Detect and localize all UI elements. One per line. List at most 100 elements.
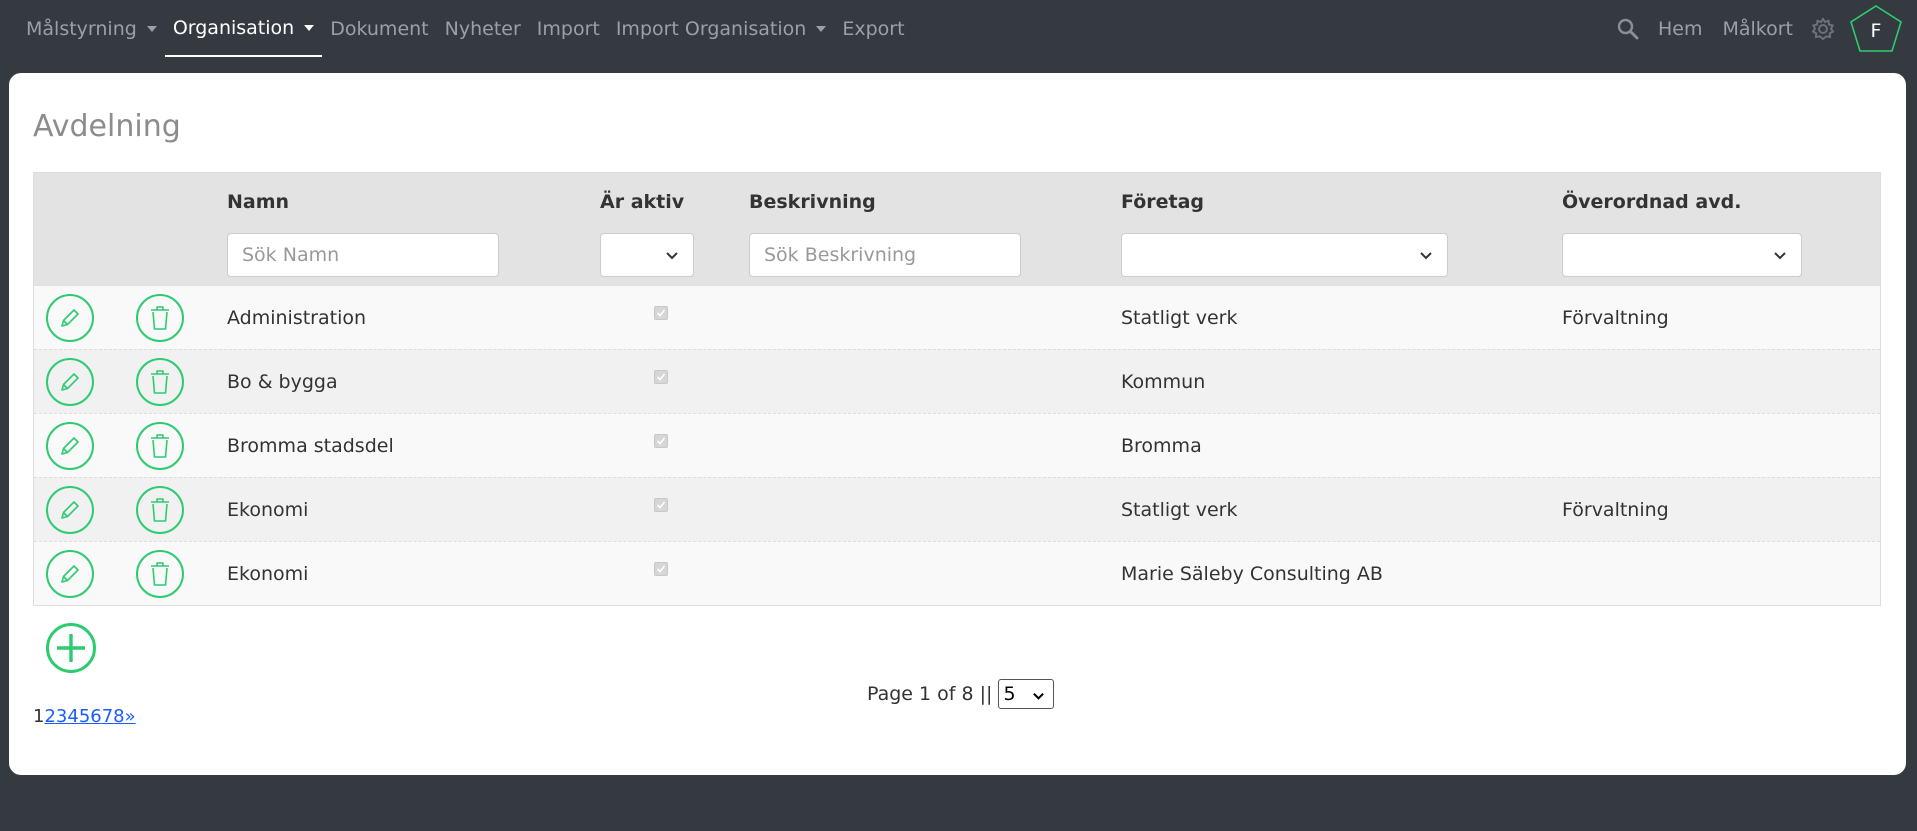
page-count-text: Page 1 of 8 || bbox=[867, 683, 993, 705]
chevron-down-icon bbox=[1033, 692, 1045, 700]
row-name: Ekonomi bbox=[227, 562, 309, 585]
table-row: Ekonomi Marie Säleby Consulting AB bbox=[34, 541, 1880, 605]
nav-label: Export bbox=[842, 18, 905, 40]
trash-icon bbox=[151, 370, 169, 394]
top-navbar: Målstyrning Organisation Dokument Nyhete… bbox=[0, 0, 1917, 58]
delete-button[interactable] bbox=[136, 422, 184, 470]
trash-icon bbox=[151, 306, 169, 330]
add-button[interactable] bbox=[46, 623, 96, 673]
pencil-icon bbox=[61, 501, 79, 519]
active-checkbox bbox=[654, 306, 668, 320]
pencil-icon bbox=[61, 373, 79, 391]
nav-organisation[interactable]: Organisation bbox=[164, 1, 323, 57]
page-link-8[interactable]: 8 bbox=[113, 706, 124, 727]
page-link-6[interactable]: 6 bbox=[90, 706, 101, 727]
row-name: Administration bbox=[227, 306, 367, 329]
avatar-initial: F bbox=[1870, 20, 1882, 42]
pencil-icon bbox=[61, 565, 79, 583]
row-company: Marie Säleby Consulting AB bbox=[1121, 562, 1383, 585]
row-name: Ekonomi bbox=[227, 498, 309, 521]
nav-hem[interactable]: Hem bbox=[1648, 1, 1713, 57]
edit-button[interactable] bbox=[46, 294, 94, 342]
department-table: Namn Är aktiv Beskrivning Företag Överor… bbox=[33, 172, 1881, 606]
table-body: Administration Statligt verk Förvaltning… bbox=[34, 285, 1880, 605]
table-row: Ekonomi Statligt verk Förvaltning bbox=[34, 477, 1880, 541]
header-name[interactable]: Namn bbox=[227, 191, 289, 213]
nav-dokument[interactable]: Dokument bbox=[322, 1, 436, 57]
page-link-5[interactable]: 5 bbox=[79, 706, 90, 727]
nav-import[interactable]: Import bbox=[529, 1, 608, 57]
row-parent: Förvaltning bbox=[1562, 498, 1669, 521]
chevron-down-icon bbox=[1420, 252, 1432, 260]
header-company[interactable]: Företag bbox=[1121, 191, 1204, 213]
row-name: Bo & bygga bbox=[227, 370, 338, 393]
nav-malkort[interactable]: Målkort bbox=[1712, 1, 1803, 57]
table-row: Bo & bygga Kommun bbox=[34, 349, 1880, 413]
chevron-down-icon bbox=[1774, 252, 1786, 260]
delete-button[interactable] bbox=[136, 294, 184, 342]
nav-label: Import Organisation bbox=[615, 18, 807, 40]
row-company: Kommun bbox=[1121, 370, 1206, 393]
active-checkbox bbox=[654, 434, 668, 448]
pencil-icon bbox=[61, 437, 79, 455]
table-header: Namn Är aktiv Beskrivning Företag Överor… bbox=[34, 173, 1880, 285]
nav-label: Målstyrning bbox=[26, 18, 137, 40]
trash-icon bbox=[151, 562, 169, 586]
name-filter-input[interactable]: Sök Namn bbox=[227, 233, 499, 277]
edit-button[interactable] bbox=[46, 422, 94, 470]
page-link-7[interactable]: 7 bbox=[102, 706, 113, 727]
page-link-2[interactable]: 2 bbox=[44, 706, 55, 727]
nav-nyheter[interactable]: Nyheter bbox=[437, 1, 529, 57]
page-title: Avdelning bbox=[33, 109, 181, 144]
chevron-down-icon bbox=[666, 252, 678, 260]
active-filter-select[interactable] bbox=[600, 233, 694, 277]
page-link-3[interactable]: 3 bbox=[56, 706, 67, 727]
pencil-icon bbox=[61, 309, 79, 327]
content-card: Avdelning Namn Är aktiv Beskrivning Före… bbox=[9, 73, 1906, 775]
main-nav: Målstyrning Organisation Dokument Nyhete… bbox=[18, 0, 913, 58]
page-link-4[interactable]: 4 bbox=[67, 706, 78, 727]
description-filter-input[interactable]: Sök Beskrivning bbox=[749, 233, 1021, 277]
active-checkbox bbox=[654, 562, 668, 576]
trash-icon bbox=[151, 498, 169, 522]
header-active[interactable]: Är aktiv bbox=[600, 191, 684, 213]
company-filter-select[interactable] bbox=[1121, 233, 1448, 277]
nav-label: Import bbox=[536, 18, 600, 40]
search-icon[interactable] bbox=[1608, 9, 1648, 49]
table-row: Bromma stadsdel Bromma bbox=[34, 413, 1880, 477]
row-company: Bromma bbox=[1121, 434, 1202, 457]
nav-label: Dokument bbox=[330, 18, 429, 40]
delete-button[interactable] bbox=[136, 358, 184, 406]
delete-button[interactable] bbox=[136, 550, 184, 598]
nav-malstyrning[interactable]: Målstyrning bbox=[18, 1, 165, 57]
table-row: Administration Statligt verk Förvaltning bbox=[34, 285, 1880, 349]
nav-label: Nyheter bbox=[444, 18, 521, 40]
page-size-value: 5 bbox=[1003, 683, 1016, 705]
delete-button[interactable] bbox=[136, 486, 184, 534]
parent-filter-select[interactable] bbox=[1562, 233, 1802, 277]
plus-icon bbox=[57, 634, 85, 662]
trash-icon bbox=[151, 434, 169, 458]
pagination-info: Page 1 of 8 || 5 bbox=[867, 679, 1055, 709]
edit-button[interactable] bbox=[46, 550, 94, 598]
page-links: 1 2 3 4 5 6 7 8 » bbox=[33, 706, 136, 727]
active-checkbox bbox=[654, 370, 668, 384]
next-page-link[interactable]: » bbox=[125, 706, 136, 727]
row-company: Statligt verk bbox=[1121, 306, 1238, 329]
nav-export[interactable]: Export bbox=[834, 1, 912, 57]
header-parent[interactable]: Överordnad avd. bbox=[1562, 191, 1741, 213]
page-size-select[interactable]: 5 bbox=[998, 679, 1055, 709]
nav-label: Organisation bbox=[172, 17, 295, 39]
gear-icon[interactable] bbox=[1803, 9, 1843, 49]
edit-button[interactable] bbox=[46, 486, 94, 534]
caret-down-icon bbox=[146, 26, 157, 32]
nav-import-organisation[interactable]: Import Organisation bbox=[608, 1, 835, 57]
user-nav: Hem Målkort F bbox=[1608, 0, 1905, 58]
row-company: Statligt verk bbox=[1121, 498, 1238, 521]
caret-down-icon bbox=[304, 25, 315, 31]
edit-button[interactable] bbox=[46, 358, 94, 406]
avatar[interactable]: F bbox=[1847, 4, 1905, 54]
header-description[interactable]: Beskrivning bbox=[749, 191, 876, 213]
active-checkbox bbox=[654, 498, 668, 512]
caret-down-icon bbox=[816, 26, 827, 32]
